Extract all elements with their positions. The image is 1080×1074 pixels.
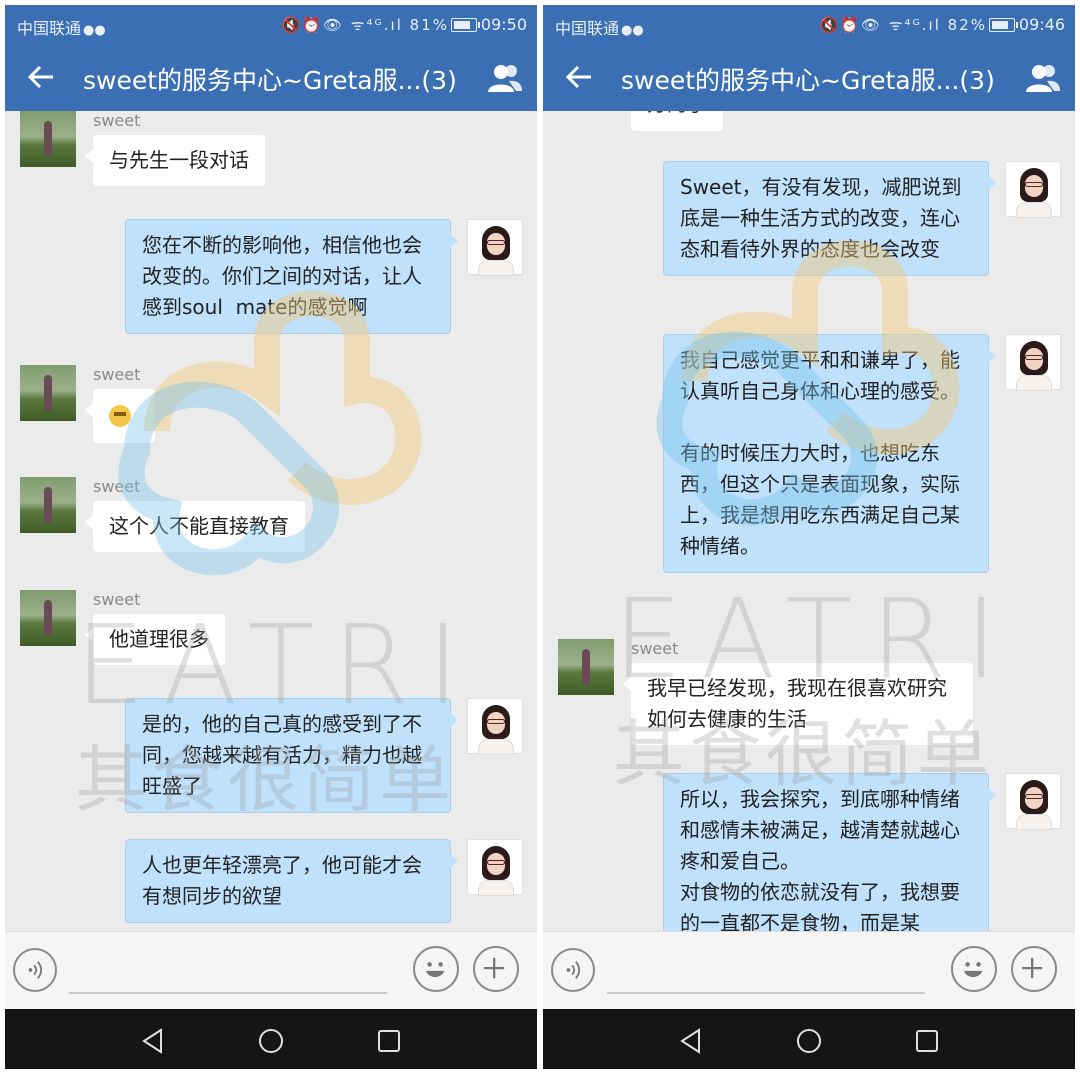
- sender-name: sweet: [93, 111, 141, 130]
- avatar-sweet[interactable]: [20, 477, 76, 533]
- battery-icon: [989, 18, 1018, 32]
- grin-emoji-icon: [109, 404, 131, 427]
- wechat-icon: ●●: [621, 23, 644, 38]
- avatar-sweet[interactable]: [20, 365, 76, 421]
- input-bar: [5, 931, 537, 1010]
- message-bubble[interactable]: [85, 389, 155, 443]
- watermark-logo-text: EATRI: [75, 601, 478, 729]
- status-bar: 中国联通 ●● 🔇⏰👁 ᯤ⁴ᴳ.ıl 82% 09:46: [543, 5, 1075, 45]
- watermark-slogan: 其食很简单: [75, 738, 456, 822]
- battery-percent: 82%: [947, 16, 987, 34]
- nav-recent-icon[interactable]: [913, 1027, 941, 1055]
- message-bubble[interactable]: 与先生一段对话: [85, 135, 265, 186]
- avatar-me[interactable]: [1005, 161, 1061, 218]
- back-arrow-icon[interactable]: [23, 59, 59, 95]
- voice-icon[interactable]: [13, 948, 57, 992]
- sender-name: sweet: [93, 477, 141, 496]
- watermark-logo-text: EATRI: [613, 575, 1016, 703]
- message-list[interactable]: sweet 与先生一段对话 您在不断的影响他，相信他也会改变的。你们之间的对话，…: [5, 111, 537, 931]
- status-icons: 🔇⏰👁 ᯤ⁴ᴳ.ıl 82%: [819, 16, 987, 34]
- back-arrow-icon[interactable]: [561, 59, 597, 95]
- clock: 09:50: [480, 15, 527, 34]
- avatar-me[interactable]: [1005, 334, 1061, 391]
- input-bar: [543, 931, 1075, 1010]
- watermark-slogan: 其食很简单: [613, 712, 994, 796]
- message-list[interactable]: 方的了 Sweet，有没有发现，减肥说到底是一种生活方式的改变，连心态和看待外界…: [543, 111, 1075, 931]
- android-nav-bar: [5, 1009, 537, 1069]
- emoji-icon[interactable]: [413, 946, 459, 992]
- group-members-icon[interactable]: [1025, 63, 1061, 93]
- battery-icon: [451, 18, 480, 32]
- avatar-sweet[interactable]: [20, 590, 76, 646]
- avatar-me[interactable]: [467, 219, 523, 276]
- message-bubble[interactable]: 我自己感觉更平和和谦卑了，能认真听自己身体和心理的感受。 有的时候压力大时，也想…: [663, 334, 996, 573]
- plus-icon[interactable]: [1011, 946, 1057, 992]
- battery-percent: 81%: [409, 16, 449, 34]
- emoji-icon[interactable]: [951, 946, 997, 992]
- chat-header: sweet的服务中心~Greta服...(3): [5, 45, 537, 111]
- nav-back-icon[interactable]: [677, 1027, 705, 1055]
- clock: 09:46: [1018, 15, 1065, 34]
- chat-title: sweet的服务中心~Greta服...(3): [83, 66, 457, 95]
- nav-home-icon[interactable]: [257, 1027, 285, 1055]
- message-bubble[interactable]: 您在不断的影响他，相信他也会改变的。你们之间的对话，让人感到soul mate的…: [125, 219, 458, 334]
- message-bubble[interactable]: 方的了: [631, 111, 723, 131]
- carrier-label: 中国联通 ●●: [17, 19, 106, 38]
- chat-title: sweet的服务中心~Greta服...(3): [621, 66, 995, 95]
- message-bubble[interactable]: 这个人不能直接教育: [85, 501, 305, 552]
- android-nav-bar: [543, 1009, 1075, 1069]
- status-bar: 中国联通 ●● 🔇⏰👁 ᯤ⁴ᴳ.ıl 81% 09:50: [5, 5, 537, 45]
- wechat-icon: ●●: [83, 23, 106, 38]
- message-bubble[interactable]: Sweet，有没有发现，减肥说到底是一种生活方式的改变，连心态和看待外界的态度也…: [663, 161, 996, 276]
- avatar-sweet[interactable]: [558, 639, 614, 695]
- avatar-me[interactable]: [467, 839, 523, 896]
- avatar-sweet[interactable]: [20, 111, 76, 167]
- chat-header: sweet的服务中心~Greta服...(3): [543, 45, 1075, 111]
- sender-name: sweet: [93, 365, 141, 384]
- chat-screen-right: 中国联通 ●● 🔇⏰👁 ᯤ⁴ᴳ.ıl 82% 09:46 sweet的服务中心~G…: [543, 5, 1075, 1069]
- group-members-icon[interactable]: [487, 63, 523, 93]
- nav-recent-icon[interactable]: [375, 1027, 403, 1055]
- status-icons: 🔇⏰👁 ᯤ⁴ᴳ.ıl 81%: [281, 16, 449, 34]
- message-input[interactable]: [69, 992, 387, 994]
- nav-back-icon[interactable]: [139, 1027, 167, 1055]
- voice-icon[interactable]: [551, 948, 595, 992]
- avatar-me[interactable]: [1005, 773, 1061, 830]
- plus-icon[interactable]: [473, 946, 519, 992]
- chat-screen-left: 中国联通 ●● 🔇⏰👁 ᯤ⁴ᴳ.ıl 81% 09:50 sweet的服务中心~G…: [5, 5, 537, 1069]
- message-input[interactable]: [607, 992, 925, 994]
- message-bubble[interactable]: 人也更年轻漂亮了，他可能才会有想同步的欲望: [125, 839, 458, 923]
- nav-home-icon[interactable]: [795, 1027, 823, 1055]
- carrier-label: 中国联通 ●●: [555, 19, 644, 38]
